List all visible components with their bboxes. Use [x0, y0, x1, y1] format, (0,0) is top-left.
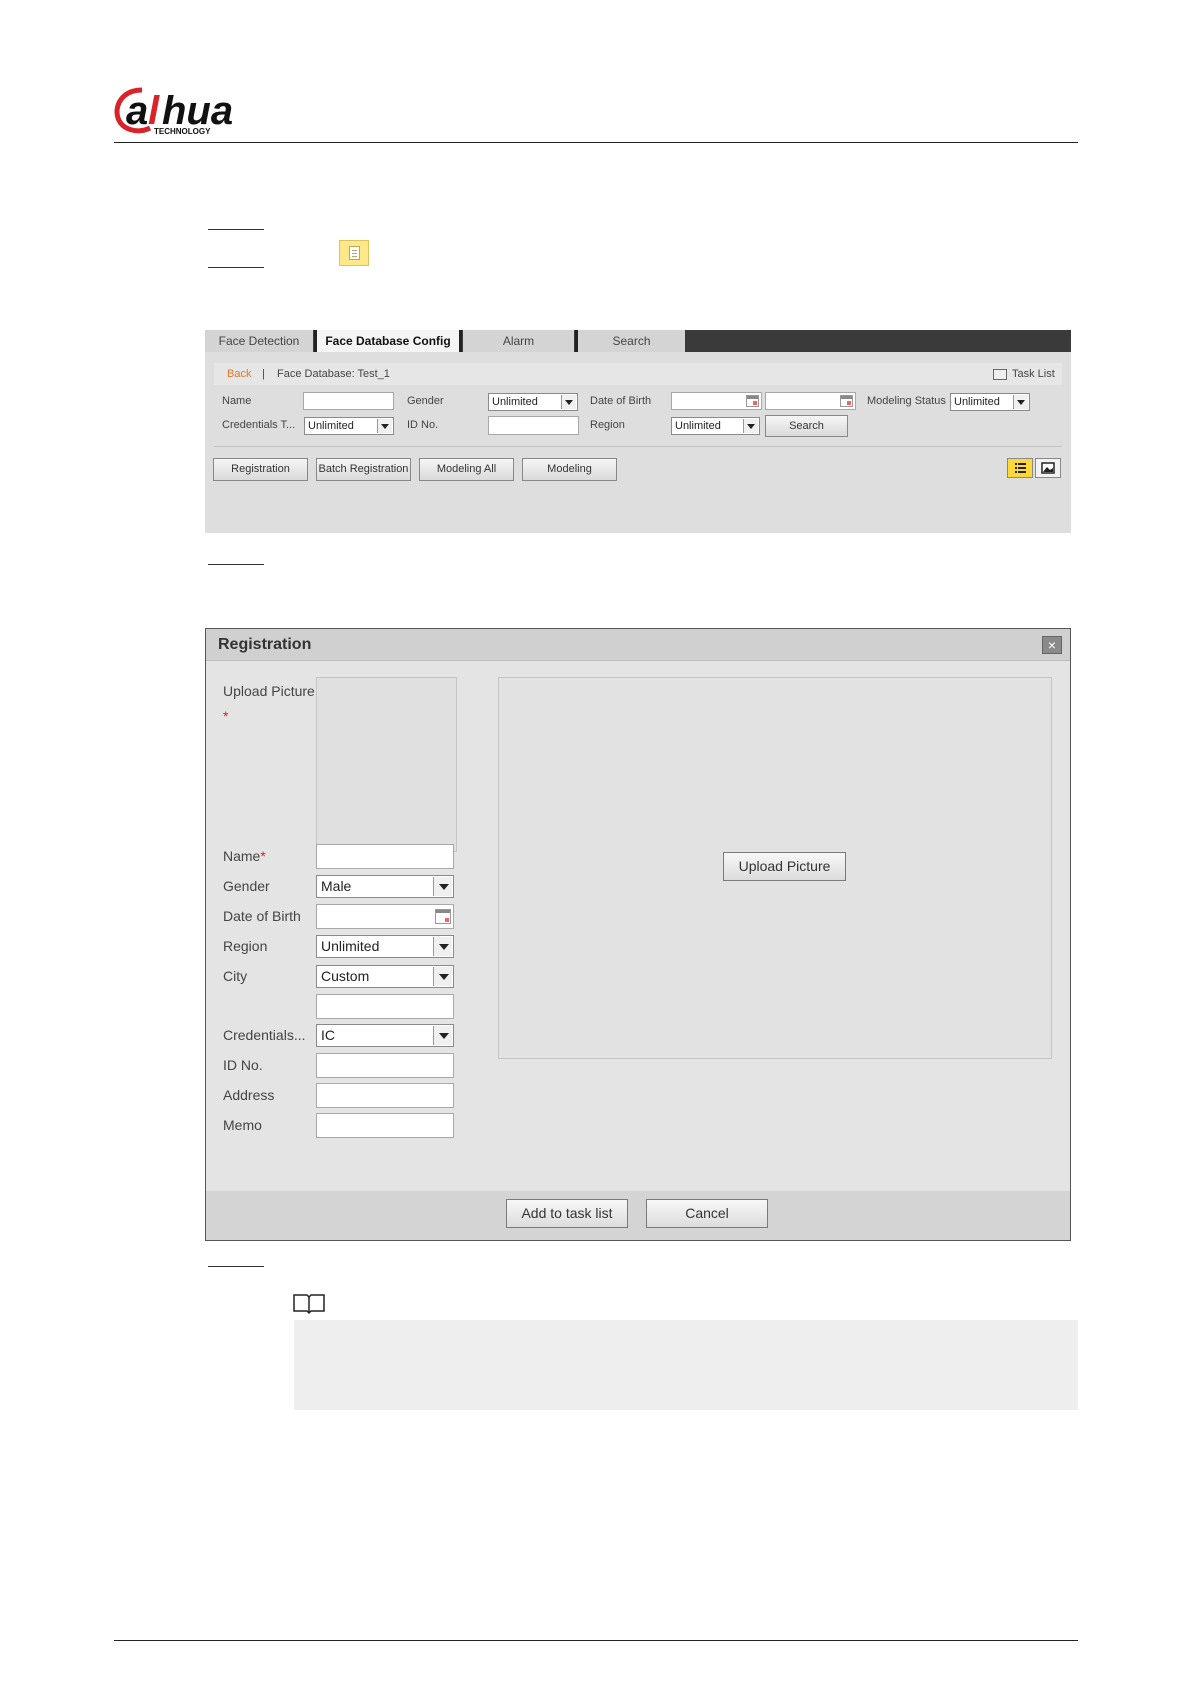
add-to-task-list-button[interactable]: Add to task list — [506, 1199, 628, 1228]
city-select[interactable]: Custom — [316, 965, 454, 988]
dob-to-input[interactable] — [765, 392, 856, 410]
close-icon[interactable]: × — [1042, 636, 1062, 654]
breadcrumb-bar: Back | Face Database: Test_1 Task List — [214, 363, 1062, 385]
credentials-label: Credentials... — [223, 1027, 306, 1043]
memo-label: Memo — [223, 1117, 262, 1133]
memo-field[interactable] — [316, 1113, 454, 1138]
image-view-button[interactable] — [1035, 458, 1061, 478]
registration-dialog: Registration × Upload Picture * Upload P… — [205, 628, 1071, 1241]
date-of-birth-field[interactable] — [316, 904, 454, 929]
required-mark: * — [223, 708, 229, 724]
tab-search[interactable]: Search — [575, 330, 685, 352]
custom-city-field[interactable] — [316, 994, 454, 1019]
name-field[interactable] — [316, 844, 454, 869]
tab-face-detection[interactable]: Face Detection — [205, 330, 313, 352]
chevron-down-icon[interactable] — [433, 967, 452, 986]
tab-face-database-config[interactable]: Face Database Config — [314, 330, 462, 352]
gender-select[interactable]: Unlimited — [488, 393, 578, 411]
chevron-down-icon[interactable] — [433, 1026, 452, 1045]
region-select[interactable]: Unlimited — [671, 417, 760, 435]
list-view-icon — [1015, 463, 1026, 473]
region-label: Region — [223, 938, 268, 954]
modeling-status-label: Modeling Status — [867, 395, 946, 407]
gender-select[interactable]: Male — [316, 875, 454, 898]
calendar-icon[interactable] — [840, 395, 853, 407]
registration-button[interactable]: Registration — [213, 458, 308, 481]
dahua-logo: a l hua TECHNOLOGY — [114, 87, 233, 136]
name-input[interactable] — [303, 392, 394, 410]
name-label: Name* — [223, 848, 266, 864]
dialog-title-bar: Registration × — [206, 629, 1070, 661]
date-of-birth-label: Date of Birth — [223, 908, 301, 924]
region-label: Region — [590, 419, 625, 431]
calendar-icon[interactable] — [746, 395, 759, 407]
face-picture-preview — [316, 677, 457, 852]
header-rule — [114, 142, 1078, 143]
id-no-field[interactable] — [316, 1053, 454, 1078]
tab-bar: Face Detection Face Database Config Alar… — [205, 330, 1071, 352]
dialog-title: Registration — [218, 636, 312, 653]
search-button[interactable]: Search — [765, 415, 848, 437]
back-link[interactable]: Back — [227, 368, 251, 380]
modeling-all-button[interactable]: Modeling All — [419, 458, 514, 481]
face-database-config-screenshot: Face Detection Face Database Config Alar… — [205, 330, 1071, 533]
chevron-down-icon[interactable] — [433, 937, 452, 956]
credentials-select[interactable]: IC — [316, 1024, 454, 1047]
credentials-type-select[interactable]: Unlimited — [304, 417, 394, 435]
chevron-down-icon[interactable] — [743, 419, 758, 433]
cancel-button[interactable]: Cancel — [646, 1199, 768, 1228]
list-view-button[interactable] — [1007, 458, 1033, 478]
chevron-down-icon[interactable] — [1013, 395, 1028, 409]
dob-from-input[interactable] — [671, 392, 762, 410]
id-no-label: ID No. — [223, 1057, 263, 1073]
svg-text:TECHNOLOGY: TECHNOLOGY — [154, 127, 211, 136]
image-view-icon — [1041, 462, 1055, 474]
chevron-down-icon[interactable] — [561, 395, 576, 409]
batch-registration-button[interactable]: Batch Registration — [316, 458, 411, 481]
face-database-label: Face Database: Test_1 — [277, 368, 390, 380]
tab-alarm[interactable]: Alarm — [463, 330, 574, 352]
city-label: City — [223, 968, 248, 984]
step-marker — [208, 229, 264, 230]
dialog-footer: Add to task list Cancel — [206, 1191, 1070, 1240]
upload-picture-label: Upload Picture — [223, 683, 315, 699]
step-marker — [208, 267, 264, 268]
divider — [214, 446, 1062, 447]
step-marker — [208, 564, 264, 565]
breadcrumb-divider: | — [262, 368, 265, 380]
book-icon — [293, 1294, 325, 1315]
region-select[interactable]: Unlimited — [316, 935, 454, 958]
gender-label: Gender — [223, 878, 270, 894]
picture-upload-area: Upload Picture — [498, 677, 1052, 1059]
id-no-label: ID No. — [407, 419, 439, 431]
step-marker — [208, 1266, 264, 1267]
task-list-icon[interactable] — [993, 369, 1007, 380]
task-list-link[interactable]: Task List — [1012, 368, 1055, 380]
modeling-status-select[interactable]: Unlimited — [950, 393, 1030, 411]
note-box — [294, 1320, 1078, 1410]
address-label: Address — [223, 1087, 275, 1103]
footer-rule — [114, 1640, 1078, 1641]
upload-picture-button[interactable]: Upload Picture — [723, 852, 846, 881]
chevron-down-icon[interactable] — [377, 419, 392, 433]
svg-text:a: a — [126, 89, 148, 133]
name-label: Name — [222, 395, 252, 407]
gender-label: Gender — [407, 395, 444, 407]
calendar-icon[interactable] — [435, 909, 451, 924]
address-field[interactable] — [316, 1083, 454, 1108]
credentials-type-label: Credentials T... — [222, 419, 296, 431]
modeling-button[interactable]: Modeling — [522, 458, 617, 481]
chevron-down-icon[interactable] — [433, 877, 452, 896]
face-list-icon — [339, 240, 369, 266]
id-no-input[interactable] — [488, 416, 579, 435]
date-of-birth-label: Date of Birth — [590, 395, 652, 407]
